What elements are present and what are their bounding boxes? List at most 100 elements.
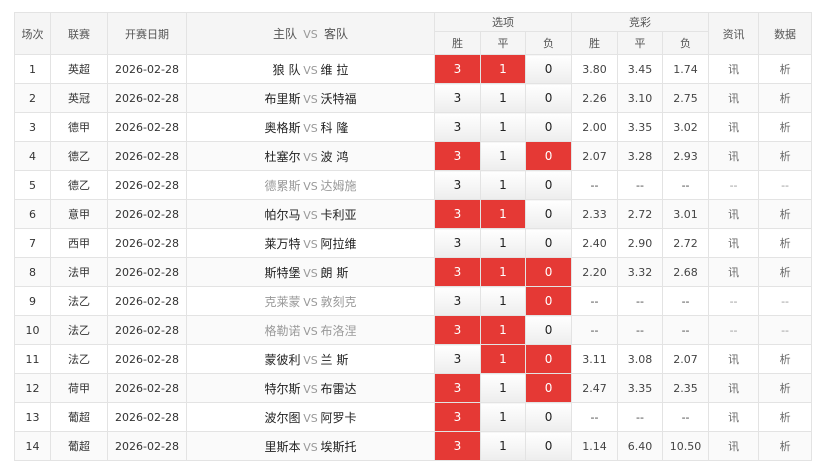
- match-table: 场次 联赛 开赛日期 主队 VS 客队 选项 竞彩 资讯 数据 胜 平 负 胜 …: [14, 12, 813, 461]
- option-win-button[interactable]: 3: [434, 344, 481, 374]
- option-lose-button[interactable]: 0: [524, 315, 573, 345]
- stats-link[interactable]: 析: [758, 344, 813, 374]
- option-lose-button[interactable]: 0: [524, 431, 573, 461]
- odds-lose: 2.75: [662, 83, 710, 113]
- col-jingcai-header: 竞彩: [571, 12, 710, 32]
- odds-win: 2.33: [571, 199, 619, 229]
- option-draw-button[interactable]: 1: [480, 257, 526, 287]
- news-link[interactable]: 讯: [708, 228, 760, 258]
- option-lose-button[interactable]: 0: [524, 170, 573, 200]
- option-lose-button[interactable]: 0: [524, 373, 573, 403]
- table-row: 12 荷甲 2026-02-28 特尔斯 VS 布雷达 3 1 0 2.47 3.35 2.35 讯析: [14, 373, 813, 403]
- stats-link[interactable]: 析: [758, 112, 813, 142]
- news-link[interactable]: 讯: [708, 373, 760, 403]
- row-date: 2026-02-28: [107, 199, 187, 229]
- away-header: 客队: [324, 27, 349, 41]
- stats-link[interactable]: 析: [758, 141, 813, 171]
- option-draw-button[interactable]: 1: [480, 199, 526, 229]
- row-index: 9: [14, 286, 51, 316]
- table-row: 14 葡超 2026-02-28 里斯本 VS 埃斯托 3 1 0 1.14 6.40 10.50 讯析: [14, 431, 813, 461]
- option-win-button[interactable]: 3: [434, 257, 481, 287]
- row-date: 2026-02-28: [107, 170, 187, 200]
- news-link[interactable]: 讯: [708, 141, 760, 171]
- news-link[interactable]: 讯: [708, 431, 760, 461]
- option-win-button[interactable]: 3: [434, 170, 481, 200]
- option-win-button[interactable]: 3: [434, 199, 481, 229]
- option-lose-button[interactable]: 0: [524, 286, 573, 316]
- stats-link[interactable]: 析: [758, 54, 813, 84]
- option-lose-button[interactable]: 0: [524, 402, 573, 432]
- home-team: 狼 队: [272, 62, 301, 77]
- away-team: 波 鸿: [320, 149, 349, 164]
- odds-lose: 10.50: [662, 431, 710, 461]
- odds-draw: --: [617, 170, 664, 200]
- option-draw-button[interactable]: 1: [480, 83, 526, 113]
- stats-link[interactable]: 析: [758, 199, 813, 229]
- news-link[interactable]: 讯: [708, 402, 760, 432]
- row-match: 奥格斯 VS 科 隆: [186, 112, 435, 142]
- odds-draw: 3.08: [617, 344, 664, 374]
- stats-link[interactable]: 析: [758, 228, 813, 258]
- row-index: 4: [14, 141, 51, 171]
- news-link[interactable]: 讯: [708, 54, 760, 84]
- option-draw-button[interactable]: 1: [480, 54, 526, 84]
- option-lose-button[interactable]: 0: [524, 112, 573, 142]
- option-win-button[interactable]: 3: [434, 54, 481, 84]
- odds-draw: --: [617, 286, 664, 316]
- row-league: 法乙: [50, 286, 108, 316]
- option-win-button[interactable]: 3: [434, 315, 481, 345]
- odds-win: 2.47: [571, 373, 619, 403]
- option-win-button[interactable]: 3: [434, 228, 481, 258]
- option-win-button[interactable]: 3: [434, 286, 481, 316]
- stats-link[interactable]: 析: [758, 373, 813, 403]
- option-draw-button[interactable]: 1: [480, 373, 526, 403]
- news-link[interactable]: 讯: [708, 199, 760, 229]
- stats-link[interactable]: 析: [758, 431, 813, 461]
- option-draw-button[interactable]: 1: [480, 315, 526, 345]
- row-match: 狼 队 VS 维 拉: [186, 54, 435, 84]
- row-index: 5: [14, 170, 51, 200]
- option-lose-button[interactable]: 0: [524, 54, 573, 84]
- vs-label: VS: [303, 324, 318, 338]
- vs-label: VS: [303, 382, 318, 396]
- option-lose-button[interactable]: 0: [524, 228, 573, 258]
- option-lose-button[interactable]: 0: [524, 199, 573, 229]
- stats-link[interactable]: 析: [758, 402, 813, 432]
- option-draw-button[interactable]: 1: [480, 431, 526, 461]
- option-lose-button[interactable]: 0: [524, 141, 573, 171]
- option-draw-button[interactable]: 1: [480, 344, 526, 374]
- odds-win: --: [571, 402, 619, 432]
- option-win-button[interactable]: 3: [434, 112, 481, 142]
- row-index: 11: [14, 344, 51, 374]
- news-link[interactable]: 讯: [708, 112, 760, 142]
- option-draw-button[interactable]: 1: [480, 170, 526, 200]
- option-draw-button[interactable]: 1: [480, 402, 526, 432]
- option-draw-button[interactable]: 1: [480, 141, 526, 171]
- option-lose-button[interactable]: 0: [524, 344, 573, 374]
- row-date: 2026-02-28: [107, 431, 187, 461]
- option-win-button[interactable]: 3: [434, 402, 481, 432]
- vs-label: VS: [303, 237, 318, 251]
- option-win-button[interactable]: 3: [434, 373, 481, 403]
- row-match: 波尔图 VS 阿罗卡: [186, 402, 435, 432]
- stats-link[interactable]: 析: [758, 83, 813, 113]
- option-lose-button[interactable]: 0: [524, 83, 573, 113]
- vs-label: VS: [303, 353, 318, 367]
- odds-win: 2.00: [571, 112, 619, 142]
- news-link[interactable]: 讯: [708, 83, 760, 113]
- option-lose-button[interactable]: 0: [524, 257, 573, 287]
- news-link: --: [708, 286, 760, 316]
- row-league: 法甲: [50, 257, 108, 287]
- news-link[interactable]: 讯: [708, 257, 760, 287]
- option-win-button[interactable]: 3: [434, 83, 481, 113]
- option-win-button[interactable]: 3: [434, 141, 481, 171]
- home-team: 杜塞尔: [264, 149, 301, 164]
- stats-link[interactable]: 析: [758, 257, 813, 287]
- col-news-header: 资讯: [708, 12, 760, 55]
- row-match: 杜塞尔 VS 波 鸿: [186, 141, 435, 171]
- news-link[interactable]: 讯: [708, 344, 760, 374]
- option-win-button[interactable]: 3: [434, 431, 481, 461]
- option-draw-button[interactable]: 1: [480, 228, 526, 258]
- option-draw-button[interactable]: 1: [480, 286, 526, 316]
- option-draw-button[interactable]: 1: [480, 112, 526, 142]
